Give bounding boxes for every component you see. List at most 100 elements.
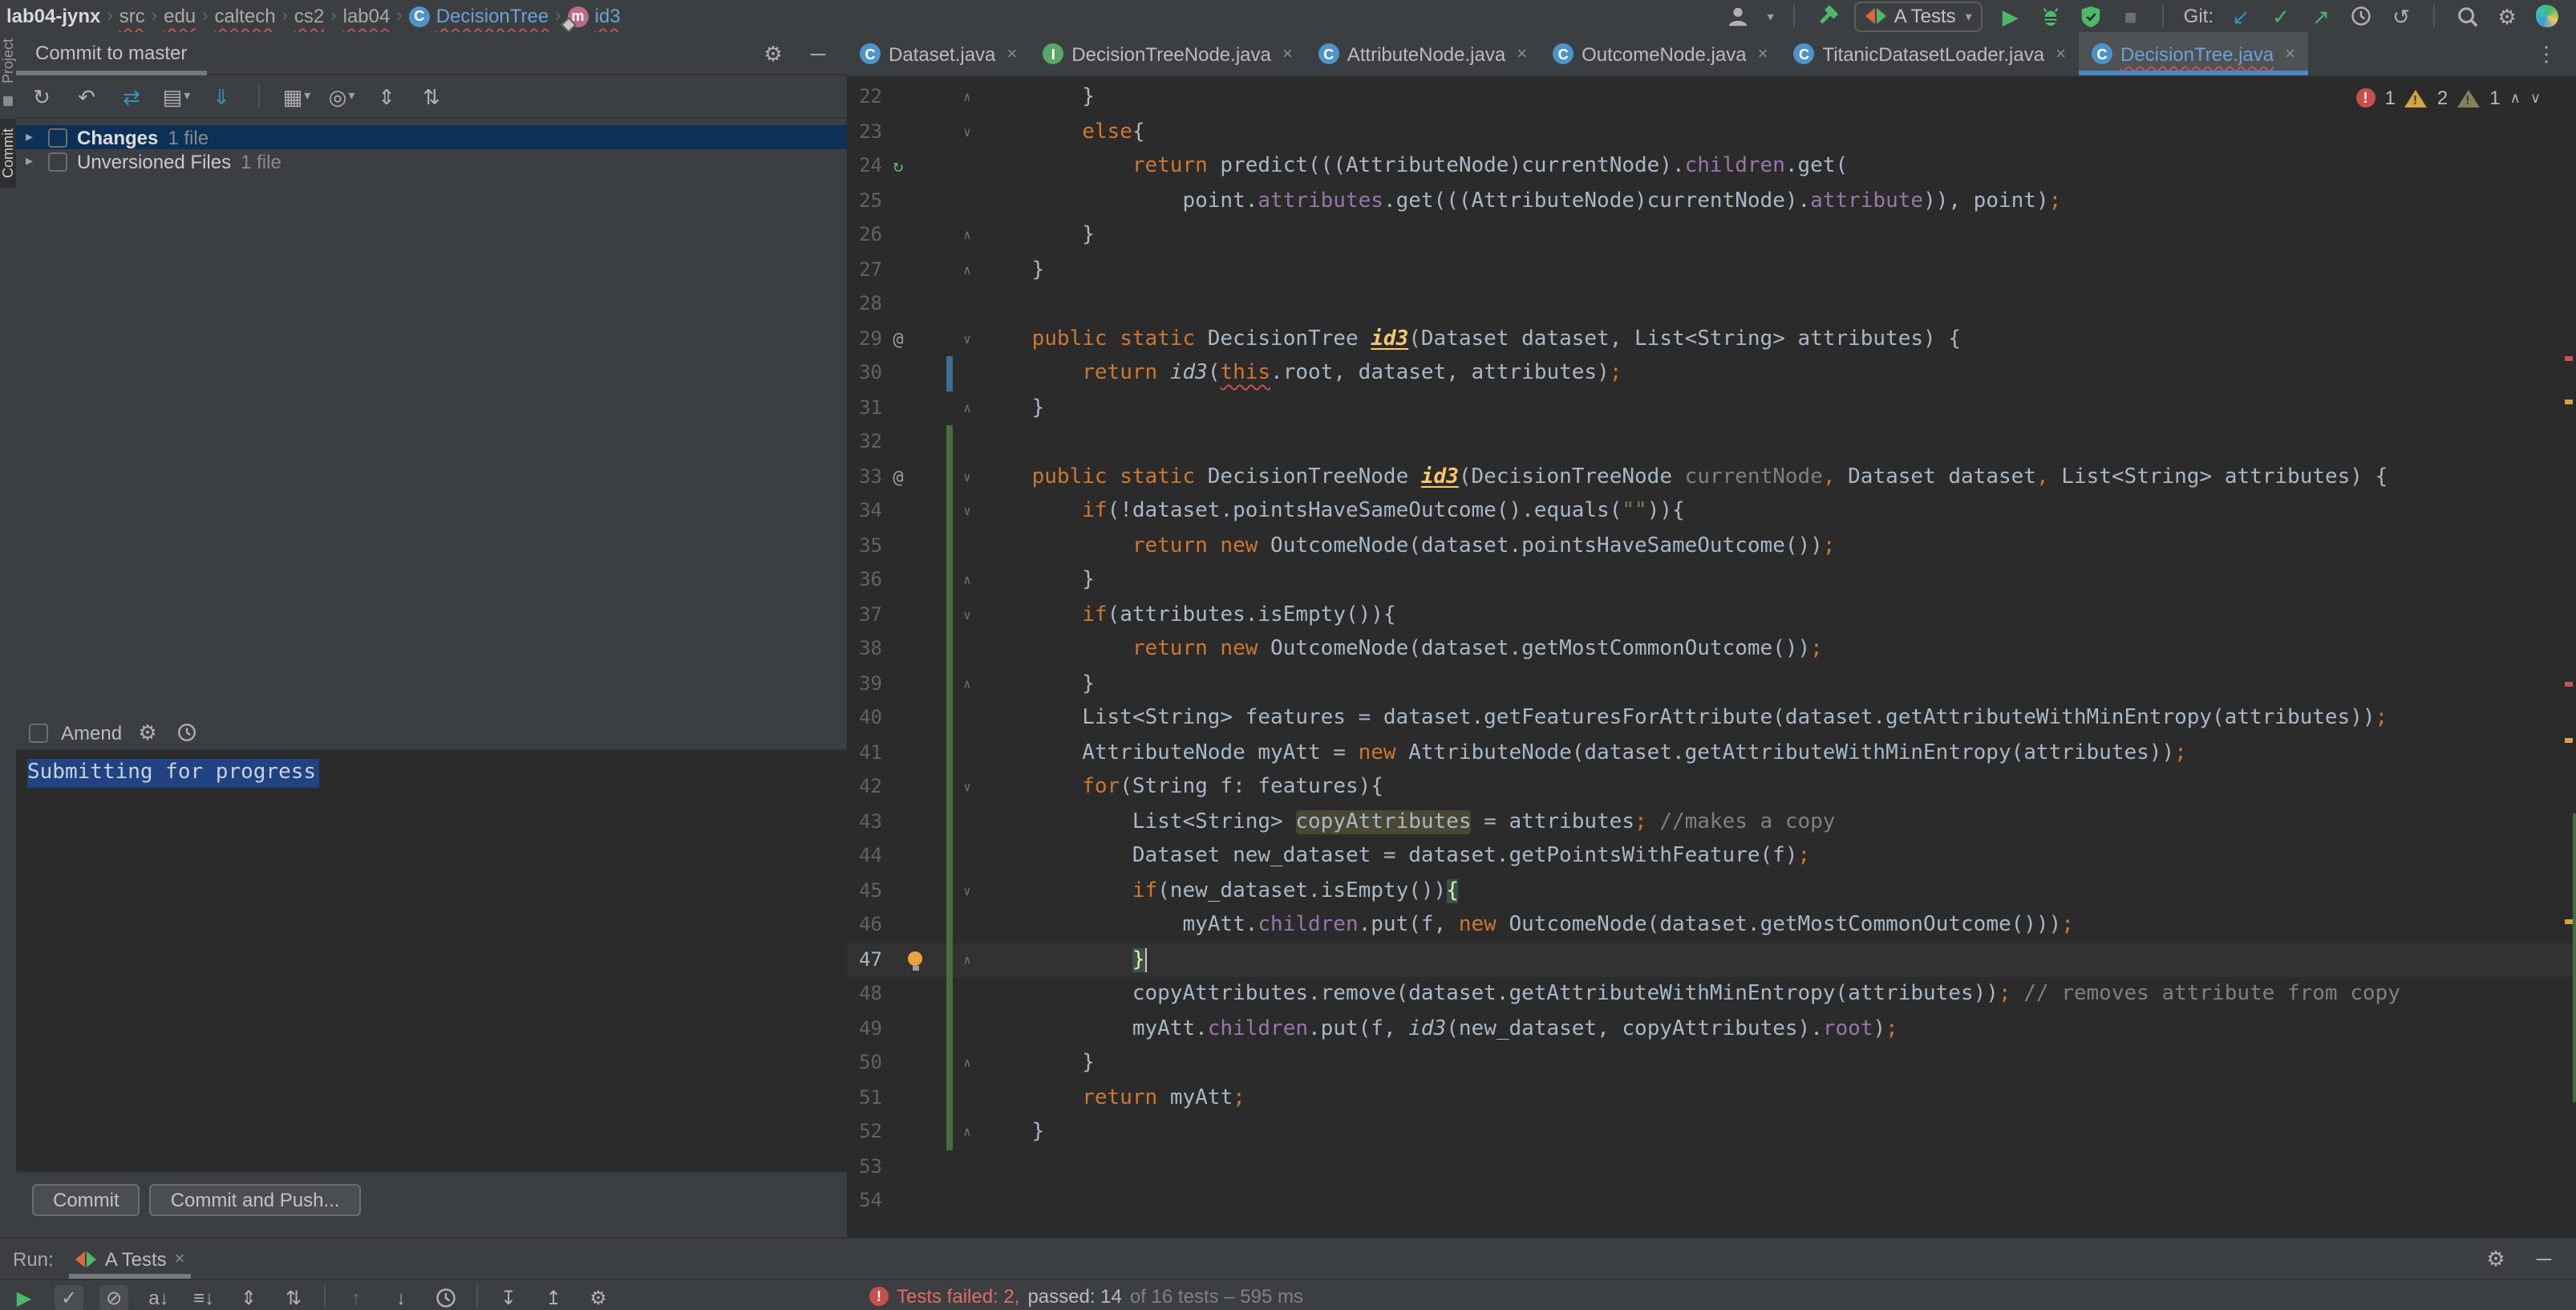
diff-icon[interactable]: ⇄ bbox=[119, 83, 144, 109]
intention-bulb-icon[interactable] bbox=[908, 951, 922, 965]
gutter[interactable]: 51 bbox=[847, 1081, 982, 1115]
build-hammer-icon[interactable] bbox=[1814, 3, 1840, 29]
previous-failed-icon[interactable]: ↑ bbox=[342, 1285, 371, 1310]
code-line-33[interactable]: 33@∨ public static DecisionTreeNode id3(… bbox=[847, 460, 2576, 494]
gutter[interactable]: 39∧ bbox=[847, 667, 982, 701]
gutter[interactable]: 29@∨ bbox=[847, 322, 982, 356]
gutter[interactable]: 26∧ bbox=[847, 218, 982, 253]
gutter[interactable]: 23∨ bbox=[847, 115, 982, 149]
code-line-40[interactable]: 40 List<String> features = dataset.getFe… bbox=[847, 701, 2576, 736]
code-line-38[interactable]: 38 return new OutcomeNode(dataset.getMos… bbox=[847, 632, 2576, 667]
code-line-37[interactable]: 37∨ if(attributes.isEmpty()){ bbox=[847, 598, 2576, 632]
commit-and-push-button[interactable]: Commit and Push... bbox=[150, 1184, 361, 1216]
collapse-all-icon[interactable]: ⇅ bbox=[279, 1285, 308, 1310]
fold-marker-icon[interactable]: ∨ bbox=[958, 874, 977, 908]
breadcrumb-item-lab04-jynx[interactable]: lab04-jynx bbox=[6, 5, 100, 27]
code-line-27[interactable]: 27∧ } bbox=[847, 253, 2576, 287]
chevron-down-icon[interactable]: ∨ bbox=[2530, 89, 2541, 107]
history-clock-icon[interactable] bbox=[173, 720, 199, 745]
gear-icon[interactable]: ⚙ bbox=[135, 720, 160, 745]
vcs-change-marker[interactable] bbox=[946, 494, 953, 529]
code-line-51[interactable]: 51 return myAtt; bbox=[847, 1081, 2576, 1115]
close-icon[interactable]: × bbox=[175, 1249, 185, 1268]
fold-marker-icon[interactable]: ∧ bbox=[958, 1046, 977, 1081]
import-results-icon[interactable]: ↧ bbox=[494, 1285, 523, 1310]
tree-row-unversioned-files[interactable]: ▸Unversioned Files1 file bbox=[16, 149, 847, 173]
tab-TitanicDatasetLoader.java[interactable]: CTitanicDatasetLoader.java× bbox=[1780, 32, 2079, 75]
vcs-change-marker[interactable] bbox=[946, 770, 953, 805]
vcs-change-marker[interactable] bbox=[946, 736, 953, 770]
code-line-42[interactable]: 42∨ for(String f: features){ bbox=[847, 770, 2576, 805]
close-icon[interactable]: × bbox=[1517, 44, 1527, 63]
commit-message-input[interactable]: Submitting for progress bbox=[16, 749, 847, 1173]
sort-alphabetically-icon[interactable]: a↓ bbox=[144, 1285, 173, 1310]
group-by-icon[interactable]: ▦▾ bbox=[284, 83, 310, 109]
fold-marker-icon[interactable]: ∧ bbox=[958, 391, 977, 425]
changelist-icon[interactable]: ▤▾ bbox=[164, 83, 189, 109]
fold-marker-icon[interactable]: ∧ bbox=[958, 563, 977, 598]
vcs-change-marker[interactable] bbox=[946, 529, 953, 563]
breadcrumb-item-src[interactable]: src bbox=[119, 5, 145, 27]
next-failed-icon[interactable]: ↓ bbox=[387, 1285, 415, 1310]
code-line-39[interactable]: 39∧ } bbox=[847, 667, 2576, 701]
gutter[interactable]: 31∧ bbox=[847, 391, 982, 425]
code-line-24[interactable]: 24↻ return predict(((AttributeNode)curre… bbox=[847, 149, 2576, 184]
refresh-icon[interactable]: ↻ bbox=[29, 83, 55, 109]
close-icon[interactable]: × bbox=[1282, 44, 1293, 63]
close-icon[interactable]: × bbox=[2056, 44, 2066, 63]
gutter[interactable]: 54 bbox=[847, 1184, 982, 1219]
expand-all-icon[interactable]: ⇕ bbox=[374, 83, 399, 109]
collapse-all-icon[interactable]: ⇅ bbox=[419, 83, 444, 109]
fold-marker-icon[interactable]: ∧ bbox=[958, 80, 977, 115]
stripe-error-mark[interactable] bbox=[2565, 682, 2573, 687]
settings-icon[interactable]: ⚙ bbox=[584, 1285, 613, 1310]
row-checkbox[interactable] bbox=[48, 152, 67, 171]
breadcrumb-item-edu[interactable]: edu bbox=[164, 5, 196, 27]
vcs-change-marker[interactable] bbox=[946, 1046, 953, 1081]
gutter[interactable]: 40 bbox=[847, 701, 982, 736]
gutter[interactable]: 28 bbox=[847, 287, 982, 322]
gutter[interactable]: 41 bbox=[847, 736, 982, 770]
search-icon[interactable] bbox=[2454, 3, 2480, 29]
code-line-22[interactable]: 22∧ } bbox=[847, 80, 2576, 115]
stop-icon[interactable]: ■ bbox=[2118, 3, 2144, 29]
shelve-icon[interactable]: ⇓ bbox=[209, 83, 234, 109]
close-icon[interactable]: × bbox=[1758, 44, 1768, 63]
code-line-30[interactable]: 30 return id3(this.root, dataset, attrib… bbox=[847, 356, 2576, 391]
gutter[interactable]: 25 bbox=[847, 184, 982, 218]
fold-marker-icon[interactable]: ∨ bbox=[958, 770, 977, 805]
gutter[interactable]: 43 bbox=[847, 805, 982, 839]
fold-marker-icon[interactable]: ∨ bbox=[958, 322, 977, 356]
more-tabs-icon[interactable]: ⋮ bbox=[2536, 41, 2576, 67]
fold-marker-icon[interactable]: ∧ bbox=[958, 253, 977, 287]
stripe-error-mark[interactable] bbox=[2565, 356, 2573, 361]
vcs-change-marker[interactable] bbox=[946, 805, 953, 839]
gutter[interactable]: 38 bbox=[847, 632, 982, 667]
hide-icon[interactable]: ─ bbox=[805, 40, 831, 66]
git-push-icon[interactable]: ↗ bbox=[2308, 3, 2334, 29]
vcs-change-marker[interactable] bbox=[946, 563, 953, 598]
run-icon[interactable]: ▶ bbox=[1998, 3, 2023, 29]
settings-icon[interactable]: ⚙ bbox=[2494, 3, 2520, 29]
commit-button[interactable]: Commit bbox=[32, 1184, 140, 1216]
code-area[interactable]: 22∧ }23∨ else{24↻ return predict(((Attri… bbox=[847, 75, 2576, 1239]
vcs-change-marker[interactable] bbox=[946, 943, 953, 977]
code-line-36[interactable]: 36∧ } bbox=[847, 563, 2576, 598]
vcs-change-marker[interactable] bbox=[946, 1012, 953, 1046]
fold-marker-icon[interactable]: ∨ bbox=[958, 494, 977, 529]
code-line-47[interactable]: 47∧ } bbox=[847, 943, 2576, 977]
vcs-change-marker[interactable] bbox=[946, 977, 953, 1012]
fold-marker-icon[interactable]: ∨ bbox=[958, 598, 977, 632]
gutter[interactable]: 50∧ bbox=[847, 1046, 982, 1081]
user-icon[interactable] bbox=[1726, 3, 1752, 29]
tab-OutcomeNode.java[interactable]: COutcomeNode.java× bbox=[1540, 32, 1780, 75]
gutter[interactable]: 47∧ bbox=[847, 943, 982, 977]
git-commit-icon[interactable]: ✓ bbox=[2268, 3, 2294, 29]
tab-AttributeNode.java[interactable]: CAttributeNode.java× bbox=[1306, 32, 1540, 75]
gutter[interactable]: 44 bbox=[847, 839, 982, 874]
vcs-change-marker[interactable] bbox=[946, 598, 953, 632]
breadcrumb-item-cs2[interactable]: cs2 bbox=[294, 5, 324, 27]
gutter[interactable]: 53 bbox=[847, 1150, 982, 1184]
row-checkbox[interactable] bbox=[48, 128, 67, 147]
gutter[interactable]: 36∧ bbox=[847, 563, 982, 598]
